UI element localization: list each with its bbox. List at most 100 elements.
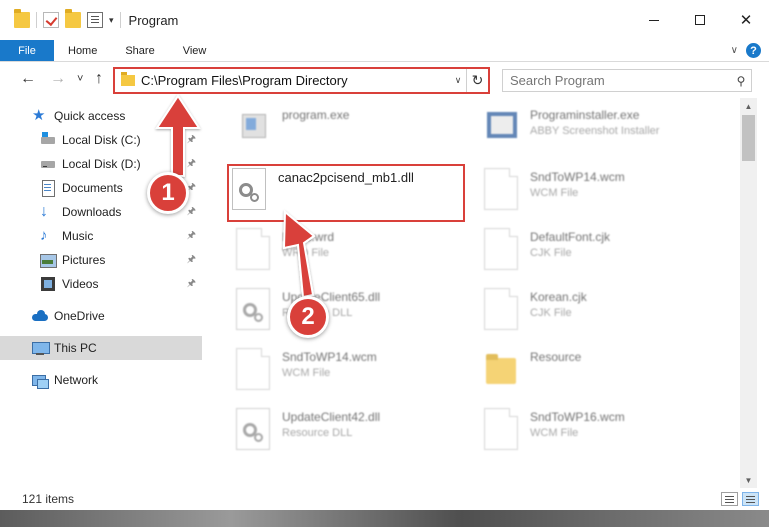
- toolbar-divider: [36, 12, 37, 28]
- pin-icon[interactable]: 🖈: [187, 204, 196, 221]
- file-item[interactable]: UpdateClient65.dllResource DLL: [212, 284, 452, 334]
- file-item[interactable]: Programinstaller.exe ABBY Screenshot Inst…: [460, 102, 700, 152]
- file-name: UpdateClient42.dll: [282, 410, 381, 424]
- file-type: WRD File: [282, 247, 330, 259]
- help-icon[interactable]: ?: [746, 43, 761, 58]
- properties-icon[interactable]: [87, 12, 103, 28]
- scroll-down-arrow-icon[interactable]: ▼: [740, 472, 757, 488]
- search-input[interactable]: [510, 73, 731, 88]
- address-bar[interactable]: C:\Program Files\Program Directory ∨ ↻: [113, 67, 490, 94]
- tab-view[interactable]: View: [169, 40, 221, 61]
- file-item[interactable]: UpdateClient42.dll Resource DLL: [212, 404, 452, 454]
- refresh-icon[interactable]: ↻: [466, 69, 488, 92]
- onedrive-icon: [32, 308, 48, 324]
- pin-icon[interactable]: 🖈: [187, 276, 196, 293]
- address-history-chevron-icon[interactable]: ∨: [450, 75, 466, 86]
- large-icons-view-icon[interactable]: [742, 492, 759, 506]
- ribbon-controls: ∨ ?: [731, 43, 761, 58]
- minimize-button[interactable]: [631, 0, 677, 40]
- file-item[interactable]: Basic.wrd WRD File: [212, 224, 452, 274]
- file-item[interactable]: program.exe: [212, 102, 452, 152]
- pin-icon[interactable]: 🖈: [187, 132, 196, 149]
- sidebar-item-label: Local Disk (D:): [62, 157, 141, 171]
- view-buttons: [721, 492, 759, 506]
- search-icon[interactable]: ⚲: [731, 74, 751, 88]
- file-item[interactable]: SndToWP14.wcm WCM File: [212, 344, 452, 394]
- file-item[interactable]: SndToWP16.wcm WCM File: [460, 404, 700, 454]
- file-icon: [236, 348, 270, 390]
- back-arrow-icon[interactable]: ←: [20, 70, 36, 88]
- file-item[interactable]: DefaultFont.cjk CJK File: [460, 224, 700, 274]
- sidebar-item-label: OneDrive: [54, 309, 105, 323]
- dll-gear-icon: [236, 408, 270, 450]
- file-type: Resource DLL: [282, 427, 353, 439]
- properties-check-icon[interactable]: [43, 12, 59, 28]
- folder-icon: [14, 9, 30, 28]
- file-name: SndToWP14.wcm: [530, 170, 625, 184]
- sidebar-item-network[interactable]: Network: [0, 368, 202, 392]
- downloads-icon: ↓: [40, 203, 48, 220]
- network-icon: [32, 372, 49, 389]
- vertical-scrollbar[interactable]: ▲ ▼: [740, 98, 757, 488]
- minimize-icon: [649, 19, 659, 21]
- tab-home[interactable]: Home: [54, 40, 111, 61]
- sidebar-item-this-pc[interactable]: This PC: [0, 336, 202, 360]
- documents-icon: [40, 180, 56, 197]
- step-1-marker: 1: [147, 172, 189, 214]
- exe-icon: [236, 106, 270, 148]
- sidebar-item-music[interactable]: ♪ Music 🖈: [0, 224, 202, 248]
- maximize-button[interactable]: [677, 0, 723, 40]
- file-name: SndToWP14.wcm: [282, 350, 377, 364]
- scroll-up-arrow-icon[interactable]: ▲: [740, 98, 757, 114]
- sidebar-item-label: Network: [54, 373, 99, 387]
- expand-ribbon-chevron-icon[interactable]: ∨: [731, 45, 738, 56]
- videos-icon: [40, 276, 56, 292]
- window-controls: ✕: [631, 0, 769, 40]
- file-name: DefaultFont.cjk: [530, 230, 611, 244]
- title-bar: ▾ Program ✕: [0, 0, 769, 40]
- file-icon: [236, 228, 270, 270]
- local-disk-c-icon: [40, 132, 56, 148]
- recent-locations-chevron-icon[interactable]: ˅: [77, 73, 83, 85]
- sidebar-item-quick-access[interactable]: ★ Quick access: [0, 104, 202, 128]
- sidebar-item-label: This PC: [54, 341, 97, 355]
- tab-file[interactable]: File: [0, 40, 54, 61]
- new-folder-icon[interactable]: [65, 9, 81, 28]
- quick-access-toolbar: ▾: [14, 9, 121, 28]
- local-disk-d-icon: [40, 156, 56, 172]
- pin-icon[interactable]: 🖈: [187, 156, 196, 173]
- file-type: CJK File: [530, 247, 572, 259]
- details-view-icon[interactable]: [721, 492, 738, 506]
- file-name: Korean.cjk: [530, 290, 587, 304]
- star-icon: ★: [32, 107, 46, 124]
- folder-item[interactable]: Resource: [460, 344, 700, 394]
- file-name: Basic.wrd: [282, 230, 335, 244]
- sidebar-item-onedrive[interactable]: OneDrive: [0, 304, 202, 328]
- scrollbar-thumb[interactable]: [742, 115, 755, 161]
- sidebar-item-local-disk-c[interactable]: Local Disk (C:) 🖈: [0, 128, 202, 152]
- pin-icon[interactable]: 🖈: [187, 252, 196, 269]
- pictures-icon: [40, 252, 57, 268]
- sidebar-item-videos[interactable]: Videos 🖈: [0, 272, 202, 296]
- file-type: CJK File: [530, 307, 572, 319]
- status-bar: 121 items: [0, 488, 769, 510]
- up-arrow-icon[interactable]: ↑: [95, 70, 103, 88]
- sidebar-item-label: Documents: [62, 181, 123, 195]
- pin-icon[interactable]: 🖈: [187, 228, 196, 245]
- navigation-pane: ★ Quick access Local Disk (C:) 🖈 Local D…: [0, 98, 204, 488]
- tab-share[interactable]: Share: [111, 40, 168, 61]
- file-name: SndToWP16.wcm: [530, 410, 625, 424]
- file-item[interactable]: Korean.cjk CJK File: [460, 284, 700, 334]
- file-icon: [484, 288, 518, 330]
- customize-toolbar-chevron-icon[interactable]: ▾: [109, 15, 114, 26]
- file-item[interactable]: SndToWP14.wcm WCM File: [460, 164, 700, 214]
- close-button[interactable]: ✕: [723, 0, 769, 40]
- forward-arrow-icon[interactable]: →: [50, 70, 66, 88]
- address-path[interactable]: C:\Program Files\Program Directory: [141, 73, 450, 88]
- sidebar-item-label: Videos: [62, 277, 99, 291]
- search-box[interactable]: ⚲: [502, 69, 752, 92]
- folder-icon: [484, 348, 518, 390]
- sidebar-item-pictures[interactable]: Pictures 🖈: [0, 248, 202, 272]
- navigation-bar: ← → ˅ ↑ C:\Program Files\Program Directo…: [0, 62, 769, 98]
- dll-gear-icon: [236, 288, 270, 330]
